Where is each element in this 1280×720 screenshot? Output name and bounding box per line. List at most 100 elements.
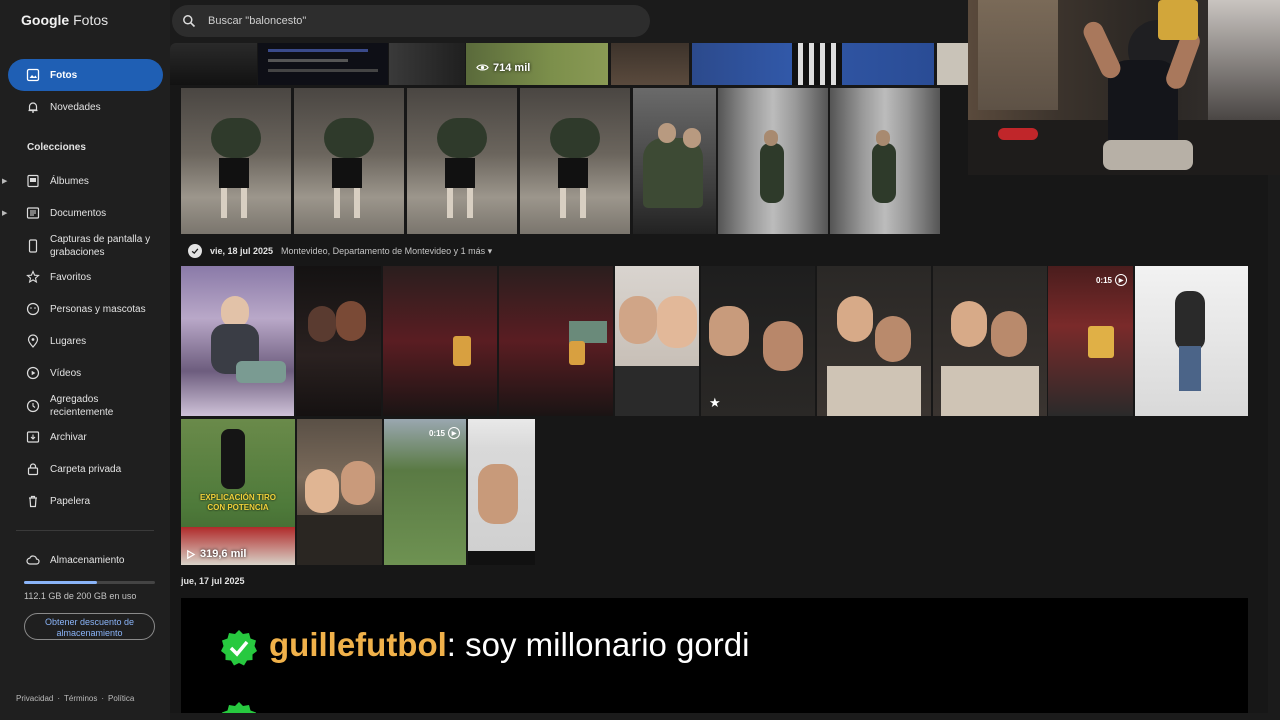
chat-message-line: guillefutbol: soy millonario gordi xyxy=(269,626,749,664)
expand-caret-icon[interactable]: ▶ xyxy=(2,209,7,217)
trash-icon xyxy=(26,494,40,508)
video-duration: 0:15 xyxy=(428,428,445,438)
collections-heading: Colecciones xyxy=(27,142,86,153)
photo-thumbnail[interactable] xyxy=(389,43,465,85)
group-location[interactable]: Montevideo, Departamento de Montevideo y… xyxy=(281,246,492,257)
sidebar-item-label: Novedades xyxy=(50,101,101,113)
verified-badge-icon xyxy=(221,630,257,666)
photo-thumbnail[interactable] xyxy=(468,419,535,565)
photo-thumbnail[interactable] xyxy=(817,266,931,416)
bell-icon xyxy=(26,100,40,114)
video-thumbnail[interactable]: EXPLICACIÓN TIRO CON POTENCIA 319,6 mil xyxy=(181,419,295,565)
photo-thumbnail[interactable] xyxy=(933,266,1047,416)
sidebar-item-personas[interactable]: Personas y mascotas xyxy=(8,293,163,325)
sidebar-item-label: Capturas de pantalla y grabaciones xyxy=(50,234,151,258)
sidebar-item-label: Favoritos xyxy=(50,271,92,283)
logo-brand: Google xyxy=(21,12,70,28)
view-count: 714 mil xyxy=(493,61,531,74)
photo-thumbnail[interactable] xyxy=(692,43,934,85)
photo-thumbnail[interactable] xyxy=(611,43,689,85)
sidebar-item-favoritos[interactable]: Favoritos xyxy=(8,261,163,293)
photo-icon xyxy=(26,68,40,82)
document-icon xyxy=(26,206,40,220)
logo-product: Fotos xyxy=(73,12,109,28)
pin-icon xyxy=(26,334,40,348)
search-icon[interactable] xyxy=(182,14,196,28)
eye-icon xyxy=(476,64,489,71)
sidebar-item-capturas[interactable]: Capturas de pantalla y grabaciones xyxy=(8,229,163,263)
photo-thumbnail[interactable] xyxy=(170,43,257,85)
sidebar-item-archivar[interactable]: Archivar xyxy=(8,421,163,453)
photo-thumbnail[interactable] xyxy=(297,419,382,565)
sidebar: Google Fotos Fotos Novedades Colecciones… xyxy=(0,0,170,720)
verified-badge-icon xyxy=(222,702,256,713)
sidebar-item-label: Personas y mascotas xyxy=(50,303,146,315)
sidebar-item-albumes[interactable]: ▶ Álbumes xyxy=(2,165,163,197)
sidebar-item-carpeta-privada[interactable]: Carpeta privada xyxy=(8,453,163,485)
chat-message-text: : soy millonario gordi xyxy=(446,626,750,663)
sidebar-item-fotos[interactable]: Fotos xyxy=(8,59,163,91)
sidebar-item-label: Papelera xyxy=(50,495,91,507)
sidebar-item-videos[interactable]: Vídeos xyxy=(8,357,163,389)
album-icon xyxy=(26,174,40,188)
video-thumbnail[interactable]: 714 mil xyxy=(466,43,608,85)
select-group-check-icon[interactable] xyxy=(188,244,202,258)
photo-thumbnail[interactable] xyxy=(830,88,940,234)
search-input[interactable] xyxy=(208,15,608,27)
photo-thumbnail[interactable] xyxy=(407,88,517,234)
photo-thumbnail[interactable] xyxy=(1135,266,1248,416)
archive-icon xyxy=(26,430,40,444)
photo-thumbnail[interactable]: ★ xyxy=(701,266,815,416)
app-logo[interactable]: Google Fotos xyxy=(21,12,108,28)
video-thumbnail[interactable]: 0:15 ▶ xyxy=(1048,266,1133,416)
group-date: jue, 17 jul 2025 xyxy=(181,576,245,586)
play-circle-icon: ▶ xyxy=(1115,274,1127,286)
lock-icon xyxy=(26,462,40,476)
sidebar-item-label: Lugares xyxy=(50,335,87,347)
photo-thumbnail[interactable] xyxy=(520,88,630,234)
app-root: Google Fotos Fotos Novedades Colecciones… xyxy=(0,0,1280,720)
favorite-star-icon[interactable]: ★ xyxy=(709,395,721,411)
sidebar-item-papelera[interactable]: Papelera xyxy=(8,485,163,517)
photo-thumbnail[interactable] xyxy=(294,88,404,234)
photo-thumbnail[interactable] xyxy=(296,266,381,416)
policy-link[interactable]: Política xyxy=(108,694,134,703)
video-icon xyxy=(26,366,40,380)
chat-message-banner[interactable]: guillefutbol: soy millonario gordi xyxy=(181,598,1248,713)
photo-thumbnail[interactable] xyxy=(383,266,497,416)
storage-discount-button[interactable]: Obtener descuento de almacenamiento xyxy=(24,613,155,640)
group-date: vie, 18 jul 2025 xyxy=(210,246,274,256)
photo-thumbnail[interactable] xyxy=(258,43,388,85)
sidebar-item-novedades[interactable]: Novedades xyxy=(8,91,163,123)
storage-usage-text: 112.1 GB de 200 GB en uso xyxy=(24,591,137,601)
cloud-icon xyxy=(26,553,40,567)
sidebar-item-label: Almacenamiento xyxy=(50,554,125,566)
photo-thumbnail[interactable] xyxy=(718,88,828,234)
date-header-17-jul: jue, 17 jul 2025 xyxy=(181,576,253,586)
play-icon xyxy=(187,549,196,559)
date-header-18-jul: vie, 18 jul 2025 Montevideo, Departament… xyxy=(188,244,492,258)
video-thumbnail[interactable]: 0:15 ▶ xyxy=(384,419,466,565)
video-duration: 0:15 xyxy=(1095,275,1112,285)
expand-caret-icon[interactable]: ▶ xyxy=(2,177,7,185)
sidebar-item-label: Fotos xyxy=(50,69,78,81)
sidebar-item-agregados[interactable]: Agregados recientemente xyxy=(8,389,163,423)
photo-thumbnail[interactable] xyxy=(615,266,699,416)
search-bar[interactable] xyxy=(172,5,650,37)
photo-thumbnail[interactable] xyxy=(633,88,716,234)
photo-thumbnail[interactable] xyxy=(181,266,294,416)
terms-link[interactable]: Términos xyxy=(64,694,97,703)
photo-thumbnail[interactable] xyxy=(181,88,291,234)
sidebar-item-documentos[interactable]: ▶ Documentos xyxy=(2,197,163,229)
photo-thumbnail[interactable] xyxy=(499,266,613,416)
phone-icon xyxy=(26,239,40,253)
sidebar-item-lugares[interactable]: Lugares xyxy=(8,325,163,357)
sidebar-item-almacenamiento[interactable]: Almacenamiento xyxy=(8,544,163,576)
privacy-link[interactable]: Privacidad xyxy=(16,694,53,703)
star-icon xyxy=(26,270,40,284)
face-icon xyxy=(26,302,40,316)
sidebar-item-label: Carpeta privada xyxy=(50,463,122,475)
reel-caption: EXPLICACIÓN TIRO CON POTENCIA xyxy=(199,493,276,512)
webcam-overlay xyxy=(968,0,1280,175)
view-count: 319,6 mil xyxy=(200,548,247,560)
